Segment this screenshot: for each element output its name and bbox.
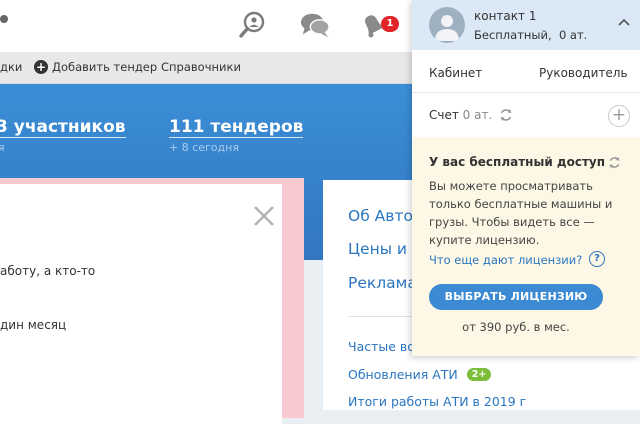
cabinet-link[interactable]: Кабинет [429,66,482,80]
link-advertising[interactable]: Реклама [348,274,417,292]
promo-title: У вас бесплатный доступ [429,155,606,169]
link-results[interactable]: Итоги работы АТИ в 2019 г [348,394,526,409]
license-price: от 390 руб. в мес. [462,320,570,334]
link-about[interactable]: Об Авто [348,207,413,225]
notice-text-line-1: аботу, а кто-то [0,264,96,278]
link-updates[interactable]: Обновления АТИ [348,367,458,382]
help-icon[interactable]: ? [589,251,605,267]
menu-item-add-tender[interactable]: Добавить тендер [52,60,157,74]
participants-sub: я [0,141,5,154]
plus-circle-icon: + [34,60,48,74]
promo-text-line: купите лицензию. [429,233,540,247]
account-plan-name: Бесплатный, [474,28,552,42]
close-icon[interactable] [252,204,276,228]
tenders-stat-text: 111 тендеров [169,117,304,138]
refresh-icon[interactable] [499,108,513,122]
scroll-dot [0,15,8,23]
menu-item-partial[interactable]: дки [0,60,22,74]
avatar [429,7,465,43]
menu-item-directories[interactable]: Справочники [161,60,241,74]
participants-stat[interactable]: 3 участников [0,117,126,138]
account-value: 0 ат. [462,108,493,122]
account-plan: Бесплатный, 0 ат. [474,28,587,42]
chevron-up-icon[interactable] [618,18,630,26]
account-header[interactable]: контакт 1 Бесплатный, 0 ат. [412,0,640,50]
choose-license-button[interactable]: ВЫБРАТЬ ЛИЦЕНЗИЮ [429,284,603,310]
role-link[interactable]: Руководитель [539,66,628,80]
promo-text-line: грузы. Чтобы видеть все — [429,215,595,229]
link-prices[interactable]: Цены и [348,240,407,258]
search-person-icon[interactable] [238,10,268,40]
notice-card [0,184,282,424]
license-info-link[interactable]: Что еще дают лицензии? [429,253,582,267]
license-promo: У вас бесплатный доступ Вы можете просма… [412,137,640,356]
account-name: контакт 1 [474,9,537,23]
account-label: Счет [429,108,459,122]
user-icon [435,15,459,41]
refresh-icon[interactable] [608,156,621,169]
notification-badge: 1 [381,16,399,32]
participants-stat-text: 3 участников [0,117,126,138]
updates-badge: 2+ [467,368,491,381]
promo-text-line: Вы можете просматривать [429,179,593,193]
chat-icon[interactable] [300,10,330,40]
separator [412,92,640,93]
tenders-stat[interactable]: 111 тендеров [169,117,304,138]
account-dropdown: контакт 1 Бесплатный, 0 ат. Кабинет Руко… [412,0,640,356]
link-faq[interactable]: Частые во [348,339,415,354]
account-plan-balance: 0 ат. [558,28,588,42]
promo-text-line: только бесплатные машины и [429,197,613,211]
account-balance: Счет 0 ат. [429,108,492,122]
notice-text-line-2: дин месяц [0,318,67,332]
add-funds-button[interactable]: + [608,105,630,127]
tenders-sub: + 8 сегодня [169,141,239,154]
